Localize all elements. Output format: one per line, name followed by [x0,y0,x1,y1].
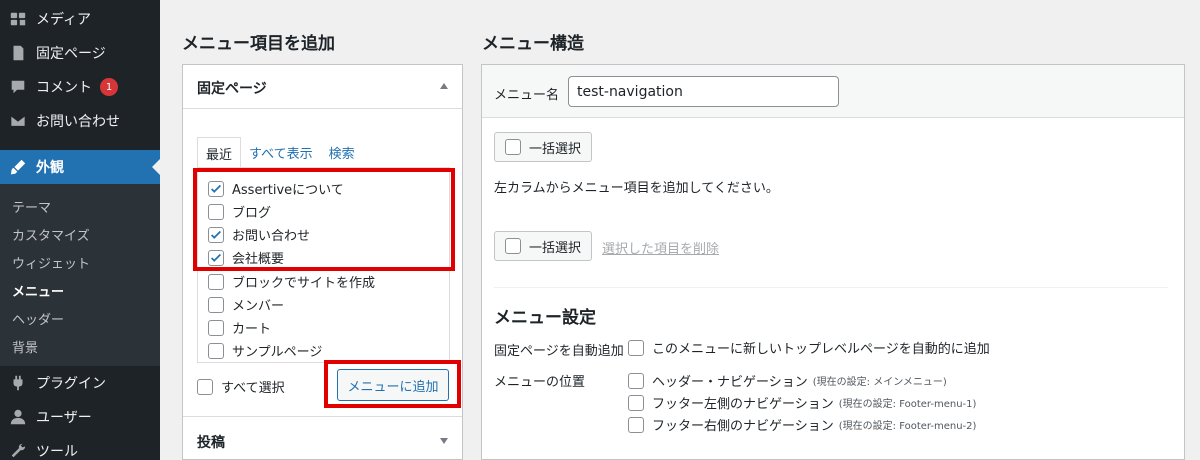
plugin-icon [0,374,36,392]
instruction-text: 左カラムからメニュー項目を追加してください。 [494,181,779,196]
location-current-note: (現在の設定: Footer-menu-2) [838,421,977,432]
sidebar-item-contact[interactable]: お問い合わせ [0,104,160,138]
menu-location-label: メニューの位置 [494,375,586,390]
divider [494,287,1168,288]
list-item[interactable]: ブロックでサイトを作成 [208,272,375,291]
add-menu-items-heading: メニュー項目を追加 [182,34,335,54]
media-icon [0,10,36,28]
admin-sidebar: メディア 固定ページ コメント 1 お問い合わせ 外観 テーマ カスタマイズ ウ… [0,0,160,460]
bulk-select-label: 一括選択 [529,141,582,157]
list-item[interactable]: カート [208,318,271,337]
submenu-item-background[interactable]: 背景 [12,337,38,356]
page-item-label: サンプルページ [232,345,323,360]
select-all-row[interactable]: すべて選択 [197,377,285,396]
location-label: ヘッダー・ナビゲーション [652,375,808,390]
menu-settings-heading: メニュー設定 [494,308,596,328]
comment-count-badge: 1 [100,78,118,96]
auto-add-option-label: このメニューに新しいトップレベルページを自動的に追加 [652,342,990,357]
location-label: フッター左側のナビゲーション [652,397,834,412]
bulk-select-button[interactable]: 一括選択 [494,132,592,162]
auto-add-label: 固定ページを自動追加 [494,344,624,359]
appearance-submenu: テーマ カスタマイズ ウィジェット メニュー ヘッダー 背景 [0,184,160,366]
user-icon [0,408,36,426]
bulk-select-checkbox[interactable] [505,139,521,155]
pages-accordion-title: 固定ページ [197,81,267,97]
divider [183,416,462,417]
location-current-note: (現在の設定: Footer-menu-1) [838,399,977,410]
page-item-label: カート [232,322,272,337]
location-checkbox[interactable] [628,416,644,433]
menu-structure-panel: メニュー名 一括選択 左カラムからメニュー項目を追加してください。 一括選択 選… [481,64,1185,460]
sidebar-item-label: プラグイン [36,376,106,392]
checkbox[interactable] [208,342,224,359]
location-checkbox[interactable] [628,394,644,411]
menu-name-label: メニュー名 [494,88,560,103]
sidebar-item-label: お問い合わせ [36,114,120,130]
page-item-label: メンバー [232,299,285,314]
sidebar-item-tools[interactable]: ツール [0,434,160,460]
sidebar-item-pages[interactable]: 固定ページ [0,36,160,70]
location-current-note: (現在の設定: メインメニュー) [812,377,947,388]
location-option-footer-left[interactable]: フッター左側のナビゲーション (現在の設定: Footer-menu-1) [628,393,976,412]
mail-icon [0,112,36,130]
appearance-brush-icon [0,158,36,176]
highlight-box-add-button [324,360,461,408]
submenu-item-themes[interactable]: テーマ [12,197,51,216]
delete-selected-link[interactable]: 選択した項目を削除 [602,238,719,257]
sidebar-item-media[interactable]: メディア [0,2,160,36]
page-item-label: ブロックでサイトを作成 [232,276,376,291]
checkbox[interactable] [208,319,224,336]
sidebar-item-label: メディア [36,12,92,28]
tab-recent[interactable]: 最近 [197,137,242,170]
bulk-select-button-bottom[interactable]: 一括選択 [494,231,592,261]
bulk-select-checkbox[interactable] [505,238,521,254]
menu-name-input[interactable] [568,76,839,107]
menu-name-bar: メニュー名 [482,65,1184,118]
submenu-item-widgets[interactable]: ウィジェット [12,253,90,272]
select-all-checkbox[interactable] [197,378,213,395]
list-item[interactable]: メンバー [208,295,284,314]
location-option-header[interactable]: ヘッダー・ナビゲーション (現在の設定: メインメニュー) [628,371,947,390]
sidebar-item-users[interactable]: ユーザー [0,400,160,434]
checkbox[interactable] [208,273,224,290]
chevron-down-icon[interactable] [440,438,448,444]
sidebar-item-label: 固定ページ [36,46,106,62]
select-all-label: すべて選択 [221,381,285,396]
auto-add-option[interactable]: このメニューに新しいトップレベルページを自動的に追加 [628,338,990,357]
menu-structure-heading: メニュー構造 [482,34,584,54]
comment-icon [0,78,36,96]
submenu-item-menus[interactable]: メニュー [12,281,64,300]
chevron-up-icon[interactable] [440,83,448,89]
pages-tabs: 最近 すべて表示 検索 [197,137,363,170]
page-icon [0,44,36,62]
bulk-select-label: 一括選択 [529,240,582,256]
location-label: フッター右側のナビゲーション [652,419,834,434]
checkbox[interactable] [208,296,224,313]
list-item[interactable]: サンプルページ [208,341,322,360]
sidebar-item-label: ユーザー [36,410,92,426]
sidebar-item-label: 外観 [36,160,64,176]
location-option-footer-right[interactable]: フッター右側のナビゲーション (現在の設定: Footer-menu-2) [628,415,976,434]
sidebar-item-appearance[interactable]: 外観 [0,150,160,184]
auto-add-checkbox[interactable] [628,339,644,356]
sidebar-item-comments[interactable]: コメント 1 [0,70,160,104]
submenu-item-customize[interactable]: カスタマイズ [12,225,90,244]
location-checkbox[interactable] [628,372,644,389]
sidebar-item-label: ツール [36,444,78,460]
posts-accordion-title[interactable]: 投稿 [197,432,225,452]
tab-search[interactable]: 検索 [321,137,363,170]
pages-accordion-header[interactable]: 固定ページ [183,65,462,109]
tool-icon [0,442,36,460]
submenu-item-header[interactable]: ヘッダー [12,309,64,328]
tab-view-all[interactable]: すべて表示 [241,137,321,170]
highlight-box-checked-pages [193,168,455,271]
sidebar-item-plugins[interactable]: プラグイン [0,366,160,400]
sidebar-item-label: コメント [36,80,92,96]
